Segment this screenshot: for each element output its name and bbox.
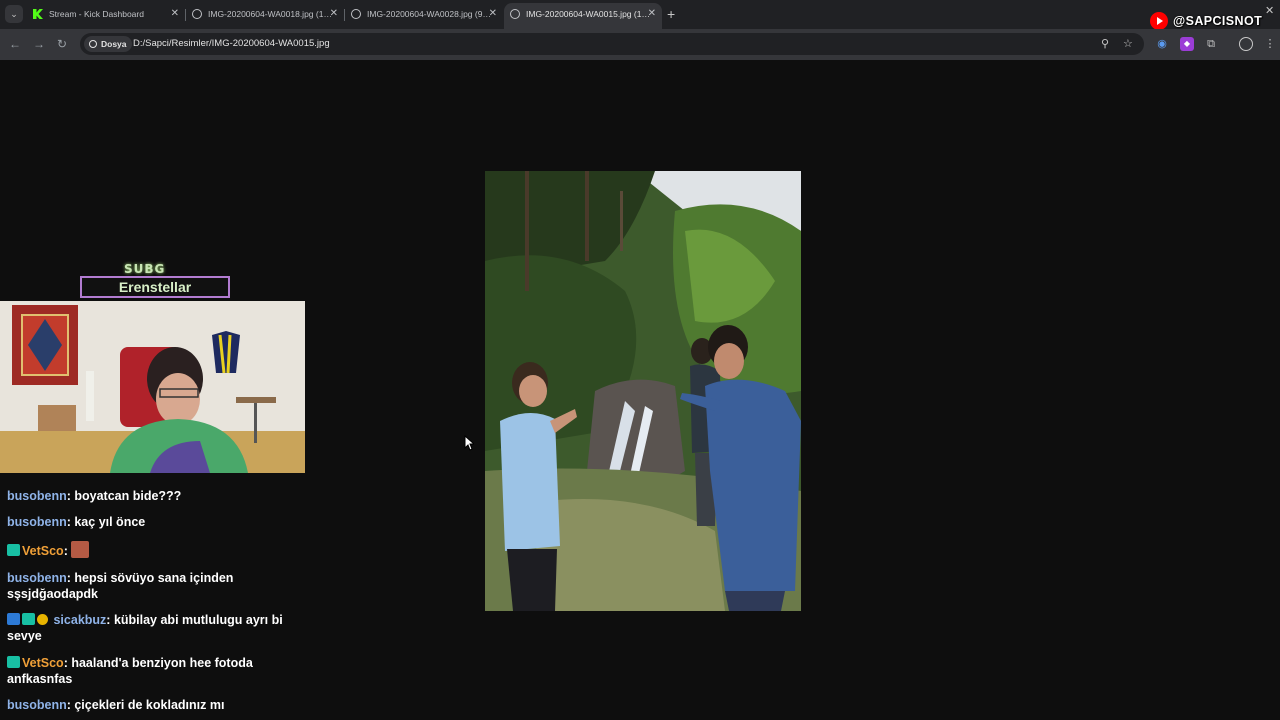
globe-icon <box>510 9 520 19</box>
forest-waterfall-photo <box>485 171 801 611</box>
youtube-icon <box>1150 12 1168 30</box>
chat-message: busobenn: boyatcan bide??? <box>7 489 182 503</box>
chat-message: busobenn: kaç yıl önce <box>7 515 146 529</box>
subscriber-badge-icon <box>7 544 20 556</box>
streamer-name-plate: Erenstellar <box>80 276 230 298</box>
close-icon[interactable]: ✕ <box>330 3 338 25</box>
bookmark-star-icon[interactable]: ☆ <box>1123 36 1133 52</box>
chat-username: sicakbuz <box>53 613 107 627</box>
chat-username: busobenn <box>7 698 67 712</box>
chat-username: VetSco <box>22 656 64 670</box>
globe-icon <box>351 9 361 19</box>
kick-icon <box>33 9 43 19</box>
chat-username: busobenn <box>7 489 67 503</box>
emote-icon <box>71 541 90 558</box>
chat-message: busobenn: çiçekleri de kokladınız mı <box>7 698 225 712</box>
url-text[interactable]: D:/Sapci/Resimler/IMG-20200604-WA0015.jp… <box>133 33 330 55</box>
tab-search-button[interactable]: ⌄ <box>5 5 23 23</box>
chat-message: VetSco: <box>7 541 297 559</box>
close-icon[interactable]: ✕ <box>648 3 656 25</box>
chip-label: Dosya <box>101 39 127 49</box>
chat-text: kübilay abi mutlulugu ayrı bi sevye <box>7 613 283 643</box>
chat-message: sicakbuz: kübilay abi mutlulugu ayrı bi … <box>7 613 283 643</box>
displayed-photo <box>485 171 801 611</box>
chat-text: boyatcan bide??? <box>74 489 182 503</box>
site-info-chip[interactable]: Dosya <box>84 36 132 52</box>
tab-kick-dashboard[interactable]: Stream - Kick Dashboard ✕ <box>27 3 185 29</box>
close-icon[interactable]: ✕ <box>171 3 179 25</box>
reload-button[interactable]: ↻ <box>57 36 67 52</box>
info-icon <box>89 40 97 48</box>
webcam-feed <box>0 301 305 473</box>
close-icon[interactable]: ✕ <box>489 3 497 25</box>
more-menu-icon[interactable]: ⋮ <box>1263 37 1277 51</box>
extension-purple-icon[interactable]: ◆ <box>1180 37 1194 51</box>
zoom-icon[interactable]: ⚲ <box>1101 36 1109 52</box>
browser-toolbar: ← → ↻ Dosya D:/Sapci/Resimler/IMG-202006… <box>0 29 1280 60</box>
profile-avatar-icon[interactable] <box>1239 37 1253 51</box>
back-button[interactable]: ← <box>9 36 21 52</box>
prime-badge-icon <box>7 613 20 625</box>
gold-badge-icon <box>37 614 48 625</box>
globe-icon <box>192 9 202 19</box>
tab-title: IMG-20200604-WA0028.jpg (9… <box>367 9 491 19</box>
tab-image-wa0028[interactable]: IMG-20200604-WA0028.jpg (9… ✕ <box>345 3 503 29</box>
tab-image-wa0015[interactable]: IMG-20200604-WA0015.jpg (1… ✕ <box>504 3 662 29</box>
tab-image-wa0018[interactable]: IMG-20200604-WA0018.jpg (1… ✕ <box>186 3 344 29</box>
new-tab-button[interactable]: + <box>667 6 675 22</box>
subscriber-badge-icon <box>7 656 20 668</box>
stream-channel-overlay: @SAPCISNOT <box>1150 12 1262 30</box>
tab-title: IMG-20200604-WA0015.jpg (1… <box>526 9 650 19</box>
tab-strip: ⌄ Stream - Kick Dashboard ✕ IMG-20200604… <box>0 0 1280 30</box>
subscriber-badge-icon <box>22 613 35 625</box>
window-close-button[interactable]: ✕ <box>1265 4 1274 17</box>
chat-username: VetSco <box>22 544 64 558</box>
forward-button[interactable]: → <box>33 36 45 52</box>
chat-text: çiçekleri de kokladınız mı <box>74 698 225 712</box>
address-bar[interactable]: Dosya D:/Sapci/Resimler/IMG-20200604-WA0… <box>80 33 1144 55</box>
chat-username: busobenn <box>7 515 67 529</box>
tab-title: IMG-20200604-WA0018.jpg (1… <box>208 9 332 19</box>
chat-username: busobenn <box>7 571 67 585</box>
tab-title: Stream - Kick Dashboard <box>49 9 144 19</box>
mouse-cursor-icon <box>464 435 474 451</box>
extensions-puzzle-icon[interactable]: ⧉ <box>1204 37 1218 51</box>
chat-message: VetSco: haaland'a benziyon hee fotoda an… <box>7 656 253 686</box>
subg-badge-text: SUBG <box>124 262 166 276</box>
chat-message: busobenn: hepsi sövüyo sana içinden sşsj… <box>7 571 234 601</box>
channel-handle: @SAPCISNOT <box>1173 14 1263 28</box>
chat-text: kaç yıl önce <box>74 515 146 529</box>
webcam-image <box>0 301 305 473</box>
extension-cast-icon[interactable]: ◉ <box>1155 37 1169 51</box>
